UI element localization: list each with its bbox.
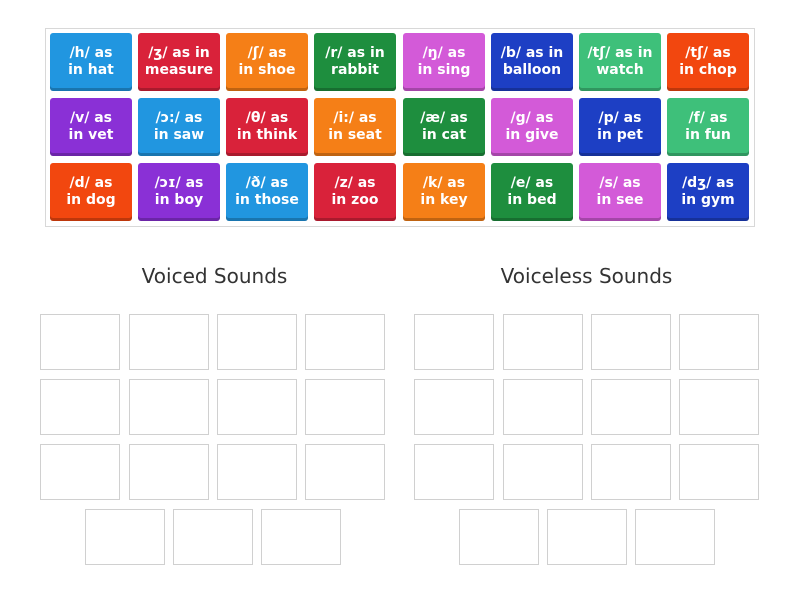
sound-tile[interactable]: /ɔɪ/ as in boy [138, 163, 220, 221]
voiceless-drop-slot[interactable] [414, 444, 494, 500]
voiceless-drop-slot[interactable] [503, 314, 583, 370]
voiceless-drop-slot[interactable] [503, 379, 583, 435]
voiceless-drop-slot[interactable] [679, 379, 759, 435]
voiceless-drop-slot[interactable] [591, 314, 671, 370]
voiced-drop-slot[interactable] [129, 314, 209, 370]
sound-tile[interactable]: /r/ as in rabbit [314, 33, 396, 91]
sound-tile-label: /d/ as in dog [66, 175, 116, 208]
sound-tile-label: /tʃ/ as in watch [587, 45, 653, 78]
sound-tile-label: /b/ as in balloon [500, 45, 564, 78]
voiced-drop-slot[interactable] [40, 444, 120, 500]
sound-tile-label: /i:/ as in seat [328, 110, 382, 143]
sound-tile-label: /z/ as in zoo [331, 175, 379, 208]
voiced-drop-slot[interactable] [305, 444, 385, 500]
voiceless-drop-slot[interactable] [591, 379, 671, 435]
voiced-drop-slot[interactable] [173, 509, 253, 565]
sound-tile-label: /s/ as in see [596, 175, 644, 208]
voiced-drop-slot[interactable] [217, 314, 297, 370]
voiceless-group-title: Voiceless Sounds [500, 264, 673, 288]
voiceless-drop-slot[interactable] [459, 509, 539, 565]
sound-tile[interactable]: /k/ as in key [403, 163, 485, 221]
voiced-drop-slot[interactable] [217, 444, 297, 500]
sound-tile[interactable]: /p/ as in pet [579, 98, 661, 156]
sound-tile[interactable]: /h/ as in hat [50, 33, 132, 91]
voiceless-drop-slot[interactable] [414, 379, 494, 435]
voiced-drop-slot[interactable] [305, 379, 385, 435]
sound-tile-label: /r/ as in rabbit [325, 45, 385, 78]
voiceless-drop-slot[interactable] [503, 444, 583, 500]
sound-tile[interactable]: /b/ as in balloon [491, 33, 573, 91]
sound-tile-label: /g/ as in give [505, 110, 559, 143]
voiceless-drop-slot[interactable] [547, 509, 627, 565]
sound-tile-label: /ʃ/ as in shoe [238, 45, 296, 78]
sound-tile[interactable]: /ɔ:/ as in saw [138, 98, 220, 156]
sound-tile[interactable]: /æ/ as in cat [403, 98, 485, 156]
voiced-drop-slot[interactable] [217, 379, 297, 435]
voiced-drop-slot[interactable] [40, 379, 120, 435]
voiced-drop-slot[interactable] [40, 314, 120, 370]
sound-tile-label: /v/ as in vet [68, 110, 114, 143]
sound-tile-label: /k/ as in key [420, 175, 468, 208]
sound-tile[interactable]: /ð/ as in those [226, 163, 308, 221]
sound-tile-label: /æ/ as in cat [420, 110, 468, 143]
sound-tile[interactable]: /ʃ/ as in shoe [226, 33, 308, 91]
sound-tile-label: /ɔ:/ as in saw [153, 110, 205, 143]
sound-tile[interactable]: /f/ as in fun [667, 98, 749, 156]
sound-tile[interactable]: /v/ as in vet [50, 98, 132, 156]
voiced-group-title: Voiced Sounds [141, 264, 288, 288]
voiced-drop-slot[interactable] [85, 509, 165, 565]
sound-tile-label: /f/ as in fun [685, 110, 731, 143]
voiceless-drop-slot[interactable] [679, 314, 759, 370]
sound-tile[interactable]: /tʃ/ as in chop [667, 33, 749, 91]
sound-tile-label: /dʒ/ as in gym [681, 175, 735, 208]
sound-tile-label: /ʒ/ as in measure [144, 45, 214, 78]
sound-tile[interactable]: /g/ as in give [491, 98, 573, 156]
voiceless-drop-slot[interactable] [679, 444, 759, 500]
voiceless-drop-slot[interactable] [414, 314, 494, 370]
voiceless-drop-slot[interactable] [635, 509, 715, 565]
voiced-drop-slot[interactable] [305, 314, 385, 370]
voiced-drop-slot[interactable] [261, 509, 341, 565]
sound-tile[interactable]: /ʒ/ as in measure [138, 33, 220, 91]
sound-tile[interactable]: /e/ as in bed [491, 163, 573, 221]
sound-tile-label: /e/ as in bed [507, 175, 557, 208]
sound-tile[interactable]: /i:/ as in seat [314, 98, 396, 156]
sound-tile[interactable]: /tʃ/ as in watch [579, 33, 661, 91]
sound-tile[interactable]: /dʒ/ as in gym [667, 163, 749, 221]
sound-tile[interactable]: /s/ as in see [579, 163, 661, 221]
voiced-drop-slot[interactable] [129, 444, 209, 500]
sound-tile-label: /p/ as in pet [597, 110, 643, 143]
sound-tile-label: /tʃ/ as in chop [679, 45, 737, 78]
voiceless-drop-slot[interactable] [591, 444, 671, 500]
sound-tile-label: /h/ as in hat [68, 45, 114, 78]
sound-tile-label: /ð/ as in those [235, 175, 299, 208]
sound-tile[interactable]: /d/ as in dog [50, 163, 132, 221]
voiced-drop-slot[interactable] [129, 379, 209, 435]
sound-tile[interactable]: /ŋ/ as in sing [403, 33, 485, 91]
sound-tile-label: /ɔɪ/ as in boy [154, 175, 204, 208]
sound-tile-label: /θ/ as in think [236, 110, 298, 143]
sound-tile[interactable]: /z/ as in zoo [314, 163, 396, 221]
sound-tile-label: /ŋ/ as in sing [417, 45, 471, 78]
sound-tile[interactable]: /θ/ as in think [226, 98, 308, 156]
